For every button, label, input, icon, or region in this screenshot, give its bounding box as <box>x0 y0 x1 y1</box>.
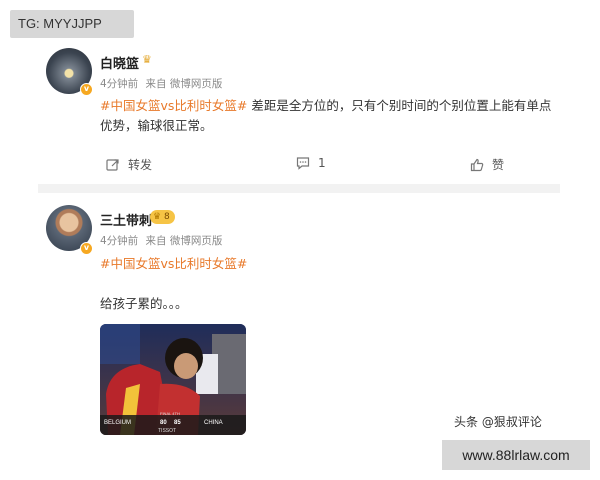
post-image[interactable]: BELGIUM 80 85 CHINA FINAL 4TH TISSOT <box>100 324 246 435</box>
post-text: 给孩子累的。。。 <box>100 296 188 311</box>
weibo-post-1: v 白晓篮 ♛ 4分钟前 来自 微博网页版 #中国女篮vs比利时女篮# 差距是全… <box>38 40 560 184</box>
post-time: 4分钟前 <box>100 78 139 90</box>
crown-icon: ♛ <box>153 212 162 222</box>
member-level-badge: ♛ 8 <box>150 210 175 224</box>
repost-label: 转发 <box>128 158 153 172</box>
comment-count: 1 <box>318 156 326 170</box>
member-level: 8 <box>164 212 170 222</box>
post-divider <box>38 184 560 193</box>
post-text-line-2: 优势，输球很正常。 <box>100 118 213 133</box>
repost-button[interactable]: 转发 <box>106 156 152 173</box>
site-url-watermark: www.88lrlaw.com <box>442 440 590 470</box>
verified-badge-icon: v <box>80 242 93 255</box>
post-source: 来自 微博网页版 <box>145 78 223 90</box>
weibo-post-2: v 三土带刺 ♛ 8 4分钟前 来自 微博网页版 #中国女篮vs比利时女篮# 给… <box>38 193 560 440</box>
post-text-line-1: 差距是全方位的，只有个别时间的个别位置上能有单点 <box>251 98 552 113</box>
post-time: 4分钟前 <box>100 235 139 247</box>
repost-icon <box>106 158 119 171</box>
thumbs-up-icon <box>470 158 484 171</box>
post-actions: 转发 1 赞 <box>38 150 560 180</box>
post-text: #中国女篮vs比利时女篮# 差距是全方位的，只有个别时间的个别位置上能有单点 优… <box>100 96 560 136</box>
hashtag-link[interactable]: #中国女篮vs比利时女篮# <box>100 253 247 272</box>
score-right: 85 <box>174 420 181 426</box>
post-meta: 4分钟前 来自 微博网页版 <box>100 233 222 248</box>
crown-icon: ♛ <box>142 53 152 66</box>
comment-icon <box>296 157 310 170</box>
team-right: CHINA <box>204 420 223 426</box>
post-meta: 4分钟前 来自 微博网页版 <box>100 76 222 91</box>
period-label: FINAL 4TH <box>160 411 180 416</box>
telegram-watermark: TG: MYYJJPP <box>10 10 134 38</box>
username[interactable]: 三土带刺 <box>100 210 152 229</box>
username[interactable]: 白晓篮 <box>100 53 139 72</box>
comment-button[interactable]: 1 <box>296 156 326 170</box>
like-label: 赞 <box>492 158 505 172</box>
scoreboard: BELGIUM 80 85 CHINA FINAL 4TH TISSOT <box>100 411 246 435</box>
score-left: 80 <box>160 420 167 426</box>
hashtag-link[interactable]: #中国女篮vs比利时女篮# <box>100 98 247 113</box>
post-source: 来自 微博网页版 <box>145 235 223 247</box>
verified-badge-icon: v <box>80 83 93 96</box>
team-left: BELGIUM <box>104 420 132 426</box>
like-button[interactable]: 赞 <box>470 156 504 173</box>
sponsor-label: TISSOT <box>158 428 177 434</box>
toutiao-watermark: 头条 @狠叔评论 <box>454 415 542 429</box>
